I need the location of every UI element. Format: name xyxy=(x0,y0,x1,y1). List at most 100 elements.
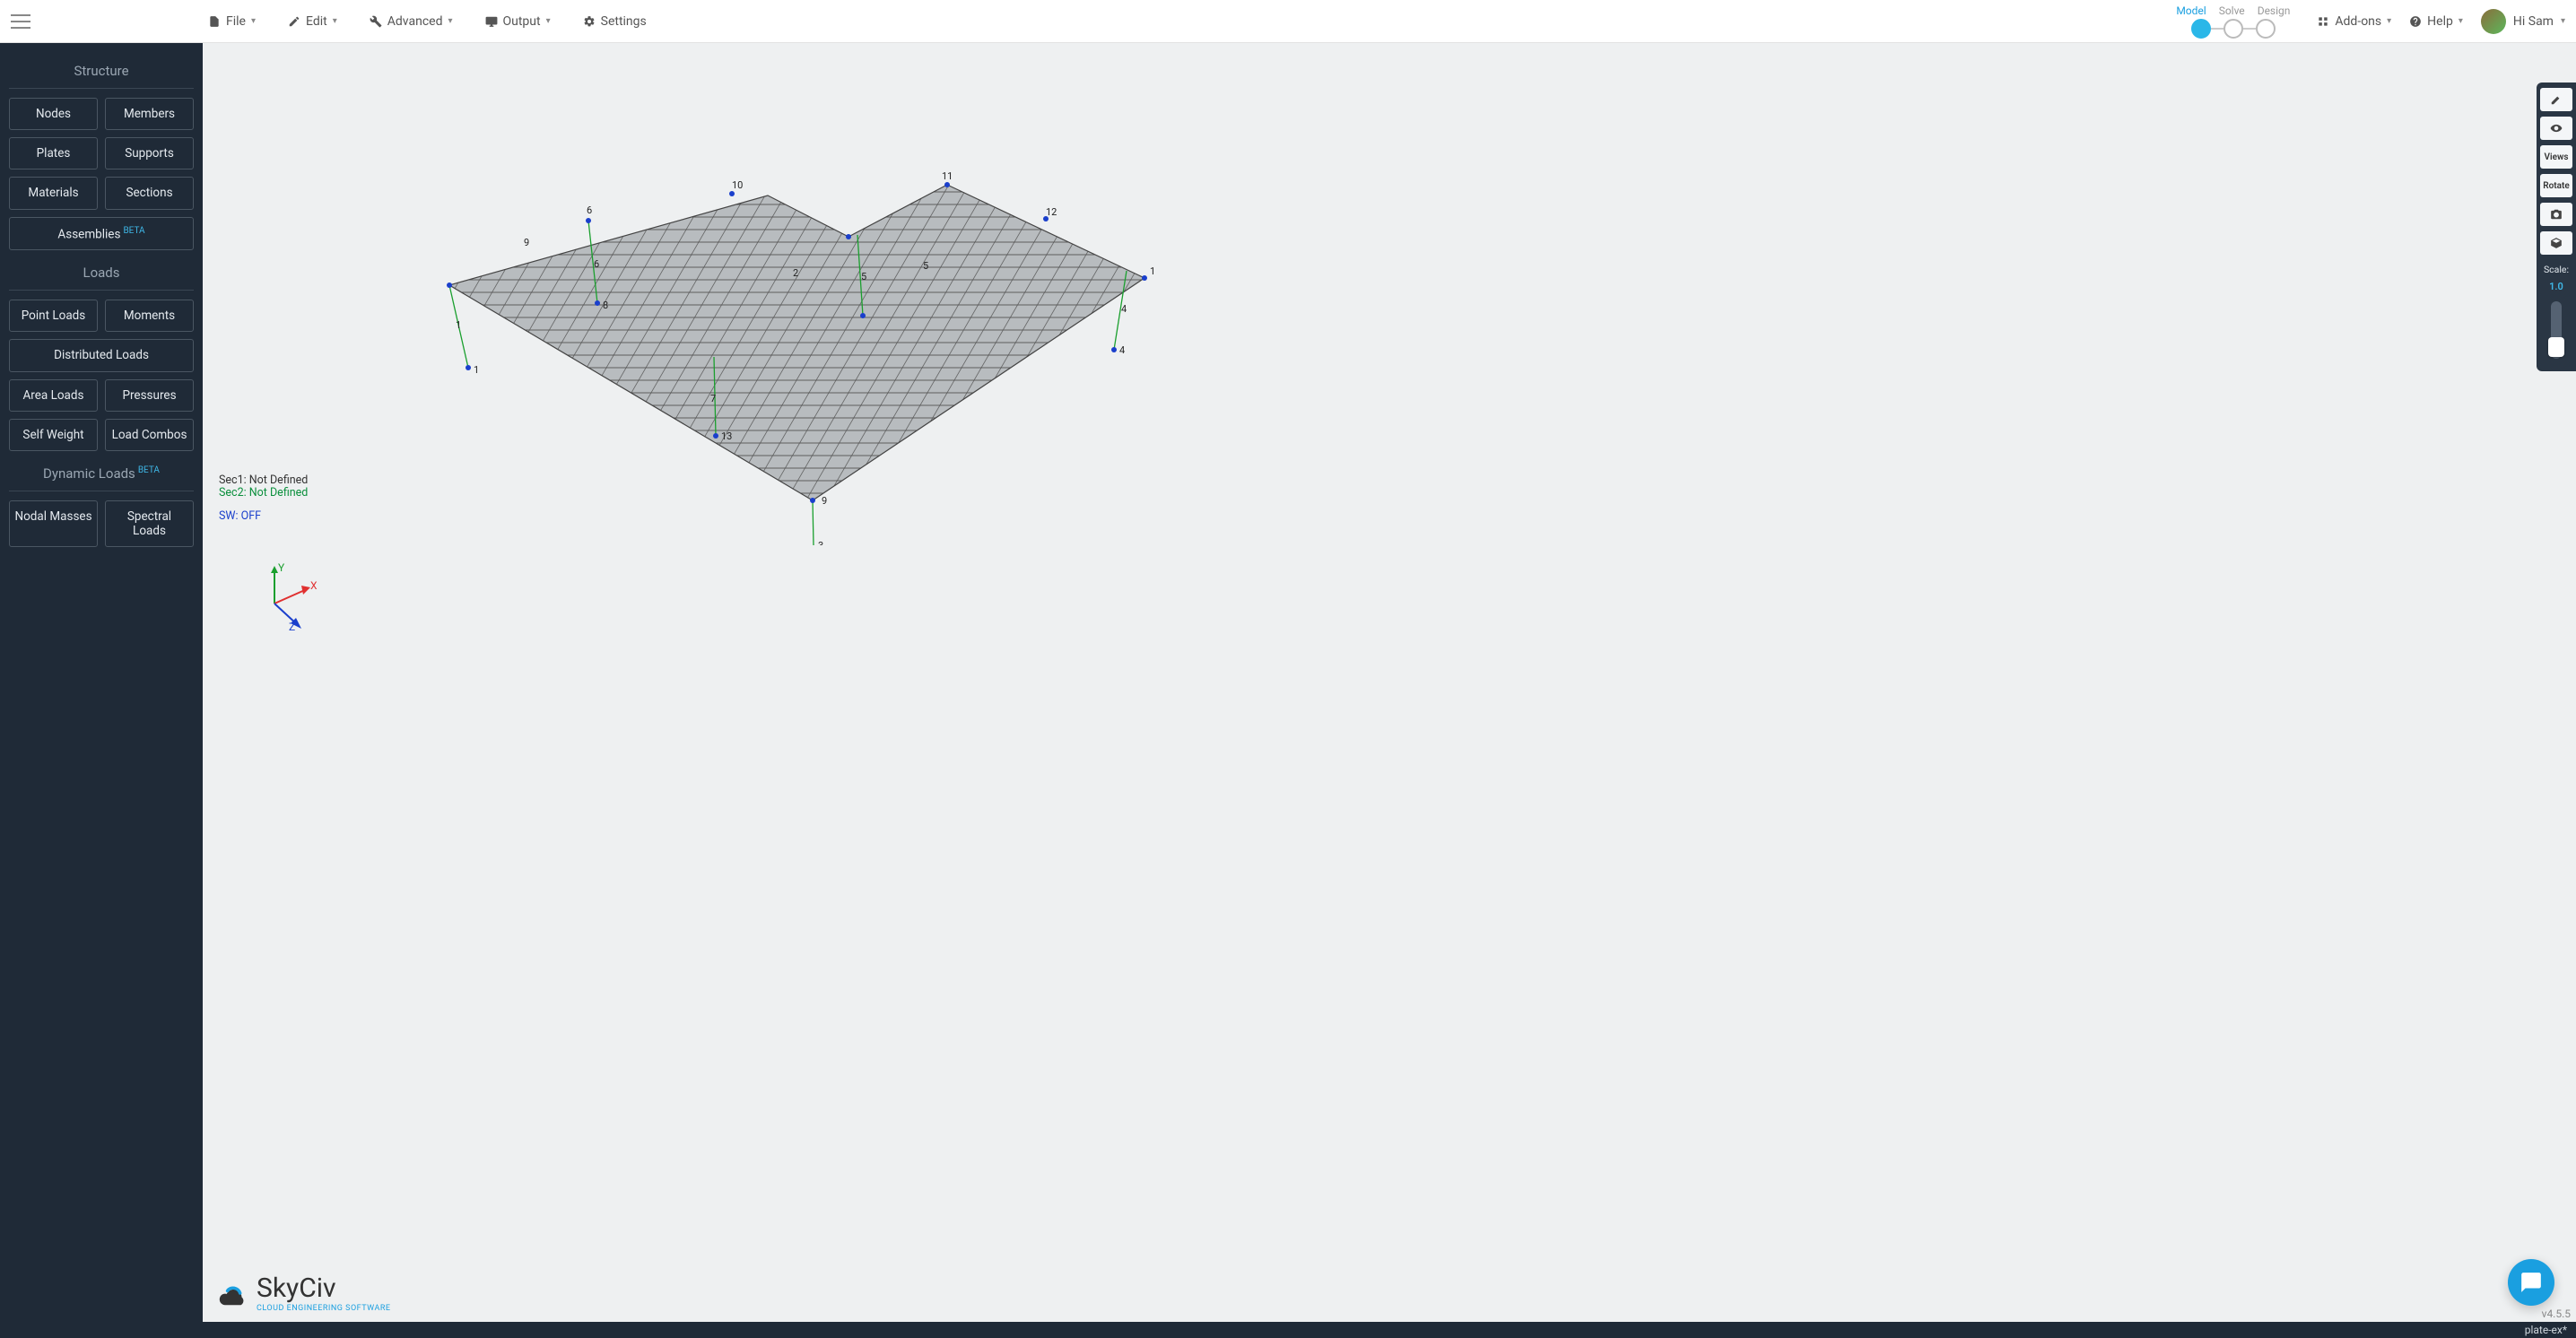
right-toolbar: Views Rotate Scale: 1.0 xyxy=(2537,83,2576,371)
svg-text:6: 6 xyxy=(587,204,592,216)
box-tool[interactable] xyxy=(2540,231,2572,255)
svg-text:12: 12 xyxy=(1046,206,1057,218)
visibility-tool[interactable] xyxy=(2540,117,2572,140)
status-bar: plate-ex* xyxy=(0,1322,2576,1338)
area-loads-button[interactable]: Area Loads xyxy=(9,379,98,412)
chevron-down-icon: ▾ xyxy=(2387,16,2391,26)
monitor-icon xyxy=(485,15,498,28)
scale-value: 1.0 xyxy=(2549,281,2563,292)
wrench-icon xyxy=(370,15,382,28)
svg-text:4: 4 xyxy=(1121,303,1127,315)
svg-text:3: 3 xyxy=(818,540,823,545)
plates-button[interactable]: Plates xyxy=(9,137,98,169)
supports-button[interactable]: Supports xyxy=(105,137,194,169)
load-combos-button[interactable]: Load Combos xyxy=(105,419,194,451)
step-design-icon[interactable] xyxy=(2256,19,2276,39)
pencil-icon xyxy=(288,15,300,28)
version-label: v4.5.5 xyxy=(2542,1308,2571,1320)
spectral-loads-button[interactable]: Spectral Loads xyxy=(105,500,194,547)
sec1-status: Sec1: Not Defined xyxy=(219,474,308,487)
svg-text:9: 9 xyxy=(524,237,529,248)
cloud-icon xyxy=(212,1280,251,1307)
tab-solve[interactable]: Solve xyxy=(2219,4,2245,17)
sections-button[interactable]: Sections xyxy=(105,177,194,209)
chevron-down-icon: ▾ xyxy=(251,16,256,26)
nodal-masses-button[interactable]: Nodal Masses xyxy=(9,500,98,547)
help-menu[interactable]: Help▾ xyxy=(2409,14,2463,29)
svg-text:2: 2 xyxy=(793,267,798,279)
pencil-icon xyxy=(2550,93,2563,106)
settings-menu[interactable]: Settings xyxy=(567,14,663,29)
svg-text:13: 13 xyxy=(721,430,732,442)
svg-text:11: 11 xyxy=(942,170,953,182)
gear-icon xyxy=(583,15,596,28)
user-menu[interactable]: Hi Sam ▾ xyxy=(2481,9,2565,34)
file-menu-label: File xyxy=(226,14,246,29)
rotate-button[interactable]: Rotate xyxy=(2540,174,2572,197)
axis-triad-icon: Y X Z xyxy=(248,559,319,630)
svg-text:5: 5 xyxy=(861,271,866,282)
top-toolbar: File ▾ Edit ▾ Advanced ▾ Output ▾ Settings M… xyxy=(0,0,2576,43)
tab-model[interactable]: Model xyxy=(2176,4,2206,17)
svg-text:1: 1 xyxy=(456,319,461,331)
file-menu[interactable]: File ▾ xyxy=(192,14,272,29)
avatar xyxy=(2481,9,2506,34)
dynamic-loads-title: Dynamic LoadsBETA xyxy=(9,458,194,491)
menu-toggle-icon[interactable] xyxy=(11,14,30,29)
svg-text:5: 5 xyxy=(923,260,928,272)
svg-text:7: 7 xyxy=(710,393,716,404)
advanced-menu-label: Advanced xyxy=(387,14,443,29)
screenshot-tool[interactable] xyxy=(2540,203,2572,226)
filename-label: plate-ex* xyxy=(2525,1324,2567,1336)
views-button[interactable]: Views xyxy=(2540,145,2572,169)
step-solve-icon[interactable] xyxy=(2224,19,2243,39)
output-menu[interactable]: Output ▾ xyxy=(469,14,567,29)
slider-thumb[interactable] xyxy=(2548,337,2564,357)
chevron-down-icon: ▾ xyxy=(448,16,452,26)
advanced-menu[interactable]: Advanced ▾ xyxy=(353,14,469,29)
settings-menu-label: Settings xyxy=(601,14,647,29)
tab-design[interactable]: Design xyxy=(2258,4,2291,17)
svg-text:6: 6 xyxy=(594,258,599,270)
mode-stepper xyxy=(2191,19,2276,39)
materials-button[interactable]: Materials xyxy=(9,177,98,209)
loads-title: Loads xyxy=(9,257,194,291)
scale-slider[interactable] xyxy=(2551,301,2562,359)
chevron-down-icon: ▾ xyxy=(2459,16,2463,26)
point-loads-button[interactable]: Point Loads xyxy=(9,300,98,332)
camera-icon xyxy=(2550,208,2563,221)
structure-title: Structure xyxy=(9,56,194,89)
distributed-loads-button[interactable]: Distributed Loads xyxy=(9,339,194,371)
pressures-button[interactable]: Pressures xyxy=(105,379,194,412)
members-button[interactable]: Members xyxy=(105,98,194,130)
chat-button[interactable] xyxy=(2508,1259,2554,1306)
svg-text:Z: Z xyxy=(289,621,295,630)
eye-icon xyxy=(2550,122,2563,135)
grid-icon xyxy=(2317,15,2329,28)
moments-button[interactable]: Moments xyxy=(105,300,194,332)
svg-text:10: 10 xyxy=(732,179,743,191)
svg-text:4: 4 xyxy=(1119,344,1125,356)
self-weight-button[interactable]: Self Weight xyxy=(9,419,98,451)
svg-text:10: 10 xyxy=(1150,265,1153,277)
draw-tool[interactable] xyxy=(2540,88,2572,111)
step-model-icon[interactable] xyxy=(2191,19,2211,39)
help-icon xyxy=(2409,15,2422,28)
svg-text:9: 9 xyxy=(822,495,827,507)
file-icon xyxy=(208,15,221,28)
svg-text:1: 1 xyxy=(474,364,479,376)
assemblies-button[interactable]: AssembliesBETA xyxy=(9,217,194,251)
edit-menu-label: Edit xyxy=(306,14,327,29)
skyciv-logo: SkyCiv CLOUD ENGINEERING SOFTWARE xyxy=(212,1273,391,1313)
self-weight-status: SW: OFF xyxy=(219,509,261,523)
nodes-button[interactable]: Nodes xyxy=(9,98,98,130)
model-viewport[interactable]: 1 9 6 10 2 5 11 12 10 4 9 3 13 8 1 6 5 7… xyxy=(203,43,2576,1322)
edit-menu[interactable]: Edit ▾ xyxy=(272,14,353,29)
chevron-down-icon: ▾ xyxy=(546,16,551,26)
left-sidebar: Structure Nodes Members Plates Supports … xyxy=(0,43,203,1338)
sec2-status: Sec2: Not Defined xyxy=(219,486,308,500)
chevron-down-icon: ▾ xyxy=(333,16,337,26)
addons-menu[interactable]: Add-ons▾ xyxy=(2317,14,2391,29)
output-menu-label: Output xyxy=(503,14,541,29)
svg-text:8: 8 xyxy=(603,300,608,311)
